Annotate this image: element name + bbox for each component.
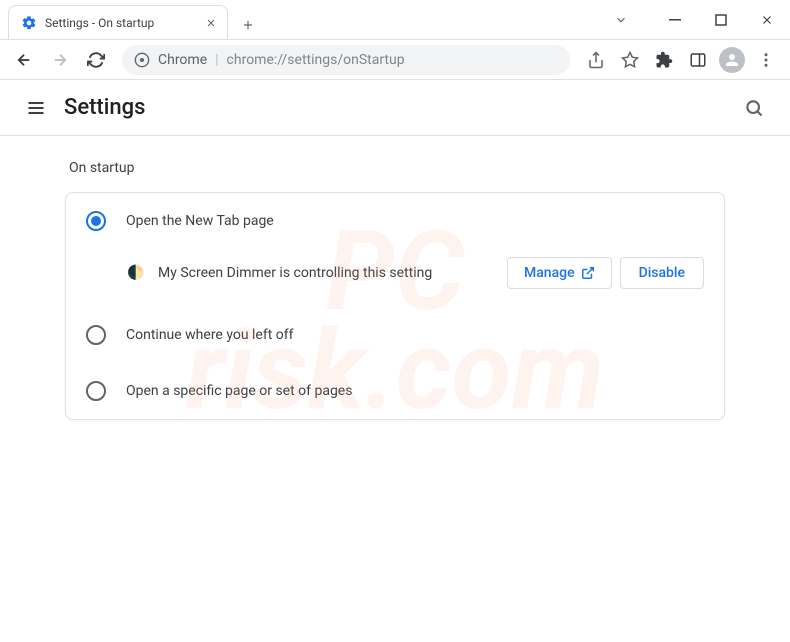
share-icon[interactable] [580,44,612,76]
disable-label: Disable [639,265,685,281]
close-icon[interactable] [203,15,219,31]
extension-message: My Screen Dimmer is controlling this set… [158,265,495,281]
url-scheme: Chrome [158,52,207,68]
extension-notice: 🌓 My Screen Dimmer is controlling this s… [66,249,724,307]
browser-tab[interactable]: Settings - On startup [8,5,228,39]
manage-button[interactable]: Manage [507,257,612,289]
tab-title: Settings - On startup [45,16,203,30]
disable-button[interactable]: Disable [620,257,704,289]
profile-avatar[interactable] [716,44,748,76]
side-panel-icon[interactable] [682,44,714,76]
option-label: Open the New Tab page [126,213,274,229]
search-icon[interactable] [734,88,774,128]
kebab-menu-icon[interactable] [750,44,782,76]
gear-icon [21,15,37,31]
radio-icon[interactable] [86,211,106,231]
hamburger-menu-icon[interactable] [16,88,56,128]
option-label: Continue where you left off [126,327,294,343]
browser-toolbar: Chrome | chrome://settings/onStartup [0,40,790,80]
settings-header: Settings [0,80,790,136]
option-specific-pages[interactable]: Open a specific page or set of pages [66,363,724,419]
site-info-icon[interactable] [134,52,150,68]
new-tab-button[interactable] [234,11,262,39]
page-title: Settings [64,95,145,120]
option-continue[interactable]: Continue where you left off [66,307,724,363]
bookmark-icon[interactable] [614,44,646,76]
manage-label: Manage [524,265,575,281]
radio-icon[interactable] [86,325,106,345]
window-titlebar: Settings - On startup [0,0,790,40]
reload-button[interactable] [80,44,112,76]
maximize-button[interactable] [698,4,744,36]
settings-content: On startup Open the New Tab page 🌓 My Sc… [0,136,790,420]
window-controls [598,0,790,40]
extensions-icon[interactable] [648,44,680,76]
close-window-button[interactable] [744,4,790,36]
external-link-icon [581,266,595,280]
radio-icon[interactable] [86,381,106,401]
url-text: chrome://settings/onStartup [227,52,405,68]
toolbar-actions [580,44,782,76]
extension-icon: 🌓 [126,263,146,283]
option-label: Open a specific page or set of pages [126,383,352,399]
minimize-button[interactable] [652,4,698,36]
chevron-down-icon[interactable] [598,4,644,36]
back-button[interactable] [8,44,40,76]
option-new-tab[interactable]: Open the New Tab page [66,193,724,249]
startup-options-card: Open the New Tab page 🌓 My Screen Dimmer… [65,192,725,420]
url-separator: | [215,52,218,68]
section-title: On startup [65,160,725,176]
forward-button[interactable] [44,44,76,76]
address-bar[interactable]: Chrome | chrome://settings/onStartup [122,45,570,75]
